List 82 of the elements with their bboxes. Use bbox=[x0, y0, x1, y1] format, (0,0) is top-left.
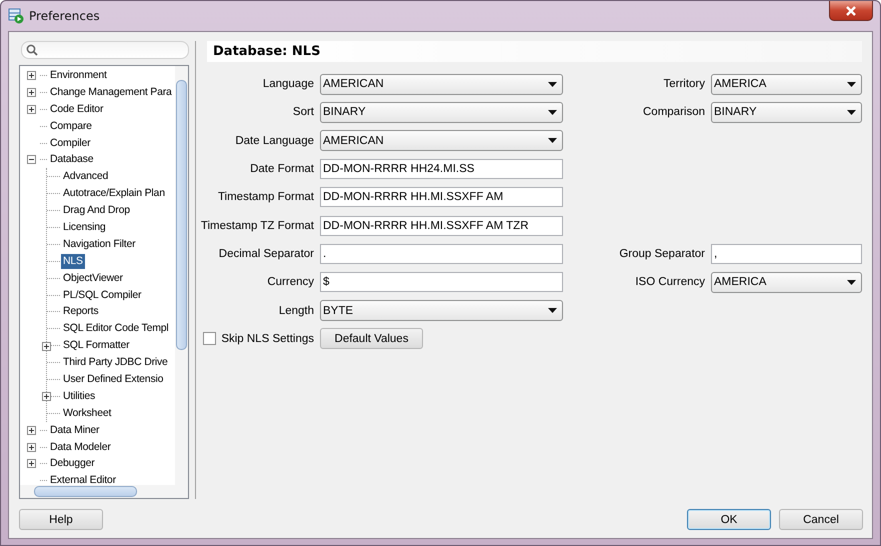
vertical-scrollbar[interactable] bbox=[175, 66, 188, 485]
field-label: Timestamp TZ Format bbox=[200, 220, 314, 232]
input-field[interactable]: . bbox=[320, 244, 563, 264]
field-label: Timestamp Format bbox=[218, 191, 314, 204]
expand-icon[interactable] bbox=[42, 342, 51, 351]
dropdown[interactable]: BYTE bbox=[320, 300, 563, 322]
expand-icon[interactable] bbox=[26, 442, 36, 452]
expand-icon[interactable] bbox=[26, 88, 36, 97]
close-icon bbox=[845, 6, 857, 16]
checkbox-label[interactable]: Skip NLS Settings bbox=[221, 332, 314, 345]
tree-item[interactable]: Navigation Filter bbox=[61, 236, 138, 252]
expand-icon[interactable] bbox=[26, 459, 36, 468]
input-field[interactable]: , bbox=[711, 244, 862, 264]
dropdown[interactable]: BINARY bbox=[711, 102, 862, 123]
tree-item[interactable]: Third Party JDBC Drive bbox=[61, 355, 170, 370]
field-label: Length bbox=[278, 304, 314, 317]
tree-item[interactable]: Worksheet bbox=[61, 406, 114, 421]
tree-item[interactable]: Utilities bbox=[61, 388, 98, 404]
app-icon bbox=[8, 8, 24, 24]
field-label: Decimal Separator bbox=[218, 248, 314, 260]
tree-item[interactable]: Data Miner bbox=[48, 422, 102, 438]
tree-item[interactable]: Reports bbox=[61, 304, 100, 320]
dialog-button[interactable]: Help bbox=[19, 509, 103, 530]
caret-icon bbox=[847, 82, 856, 87]
window-title: Preferences bbox=[29, 9, 100, 23]
input-field[interactable]: DD-MON-RRRR HH24.MI.SS bbox=[320, 159, 563, 180]
field-label: Date Format bbox=[250, 163, 314, 176]
tree-item[interactable]: Debugger bbox=[48, 456, 97, 472]
field-label: Currency bbox=[267, 276, 314, 288]
tree-item[interactable]: SQL Editor Code Templ bbox=[61, 321, 171, 336]
tree-item[interactable]: Drag And Drop bbox=[61, 203, 132, 218]
input-field[interactable]: $ bbox=[320, 272, 563, 292]
tree-item[interactable]: Database bbox=[48, 152, 96, 168]
tree-item[interactable]: Change Management Para bbox=[48, 84, 174, 100]
tree-item[interactable]: External Editor bbox=[48, 473, 118, 485]
expand-icon[interactable] bbox=[42, 392, 51, 402]
tree-item[interactable]: Autotrace/Explain Plan bbox=[61, 186, 167, 202]
tree-item[interactable]: Advanced bbox=[61, 169, 110, 184]
tree-item[interactable]: User Defined Extensio bbox=[61, 372, 166, 387]
dialog-button[interactable]: Cancel bbox=[779, 509, 863, 530]
expand-icon[interactable] bbox=[26, 70, 36, 80]
tree-item[interactable]: Environment bbox=[48, 68, 109, 83]
field-label: Comparison bbox=[643, 106, 705, 118]
input-field[interactable]: DD-MON-RRRR HH.MI.SSXFF AM bbox=[320, 187, 563, 208]
default-values-button[interactable]: Default Values bbox=[320, 328, 423, 350]
search-icon bbox=[26, 44, 38, 56]
caret-icon bbox=[548, 138, 557, 144]
horizontal-scrollbar[interactable] bbox=[20, 485, 188, 498]
search-field[interactable] bbox=[21, 41, 189, 59]
dropdown[interactable]: AMERICA bbox=[711, 74, 862, 95]
dialog-button[interactable]: OK bbox=[687, 509, 771, 530]
field-label: Date Language bbox=[235, 134, 314, 147]
field-label: ISO Currency bbox=[635, 276, 705, 288]
checkbox[interactable] bbox=[203, 332, 216, 346]
field-label: Group Separator bbox=[619, 248, 705, 260]
tree-item[interactable]: PL/SQL Compiler bbox=[61, 288, 144, 303]
dropdown[interactable]: AMERICA bbox=[711, 272, 862, 293]
tree-item[interactable]: Licensing bbox=[61, 220, 108, 235]
tree-item[interactable]: Code Editor bbox=[48, 102, 106, 117]
tree-item[interactable]: Compare bbox=[48, 118, 94, 134]
panel-title: Database: NLS bbox=[213, 44, 320, 59]
tree-item[interactable]: NLS bbox=[61, 254, 85, 269]
expand-icon[interactable] bbox=[26, 104, 36, 114]
caret-icon bbox=[847, 280, 856, 285]
field-label: Sort bbox=[292, 106, 314, 118]
tree-item[interactable]: ObjectViewer bbox=[61, 270, 125, 286]
collapse-icon[interactable] bbox=[26, 155, 36, 164]
dropdown[interactable]: AMERICAN bbox=[320, 130, 563, 152]
expand-icon[interactable] bbox=[26, 426, 36, 435]
tree-item[interactable]: Compiler bbox=[48, 136, 92, 150]
caret-icon bbox=[847, 110, 856, 115]
tree-item[interactable]: SQL Formatter bbox=[61, 338, 132, 354]
field-label: Territory bbox=[663, 78, 705, 90]
close-button[interactable] bbox=[829, 1, 873, 21]
input-field[interactable]: DD-MON-RRRR HH.MI.SSXFF AM TZR bbox=[320, 216, 563, 236]
tree-item[interactable]: Data Modeler bbox=[48, 440, 113, 455]
caret-icon bbox=[548, 308, 557, 314]
dropdown[interactable]: BINARY bbox=[320, 102, 563, 123]
caret-icon bbox=[548, 82, 557, 87]
dropdown[interactable]: AMERICAN bbox=[320, 74, 563, 95]
field-label: Language bbox=[262, 78, 314, 90]
caret-icon bbox=[548, 110, 557, 115]
